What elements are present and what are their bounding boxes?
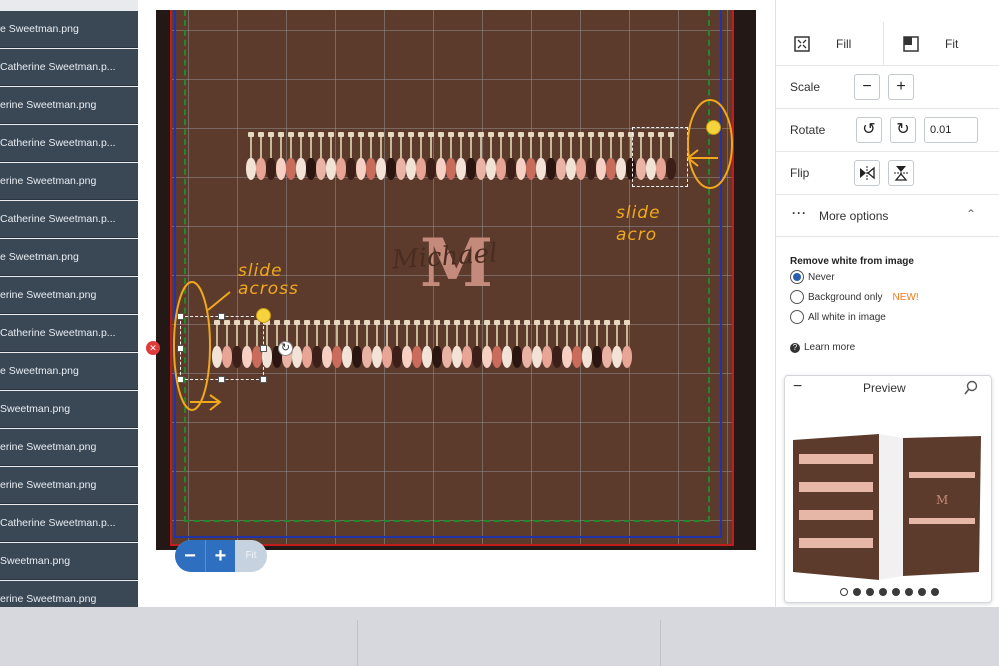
file-list-item[interactable]: e Sweetman.png: [0, 239, 138, 276]
more-options-row[interactable]: ··· More options ⌃: [776, 195, 999, 237]
pagination-dot[interactable]: [878, 588, 887, 596]
file-list-item[interactable]: Sweetman.png: [0, 391, 138, 428]
radio-never[interactable]: Never: [790, 270, 835, 284]
pagination-dot[interactable]: [852, 588, 861, 596]
file-list-item[interactable]: e Sweetman.png: [0, 353, 138, 390]
flip-row: Flip: [776, 152, 999, 195]
file-list-item[interactable]: erine Sweetman.png: [0, 87, 138, 124]
file-list: e Sweetman.png Catherine Sweetman.p... eri…: [0, 0, 138, 607]
design-board: M Michael ↻ slide acro slide across ✕: [146, 10, 756, 550]
scale-row: Scale − +: [776, 66, 999, 109]
bottom-bar: [0, 607, 999, 666]
scale-down-button[interactable]: −: [854, 74, 880, 100]
divider: [357, 620, 358, 666]
file-list-item[interactable]: Catherine Sweetman.p...: [0, 201, 138, 238]
preview-pagination: [785, 588, 993, 596]
file-list-item[interactable]: erine Sweetman.png: [0, 163, 138, 200]
radio-all-white[interactable]: All white in image: [790, 310, 886, 324]
remove-white-title: Remove white from image: [790, 256, 914, 267]
radio-icon: [790, 270, 804, 284]
flip-horizontal-icon[interactable]: [854, 160, 880, 186]
scale-up-button[interactable]: +: [888, 74, 914, 100]
radio-icon: [790, 310, 804, 324]
fill-fit-row: Fill Fit: [776, 22, 999, 66]
annotation-text-bottom: slide across: [238, 261, 299, 299]
properties-panel: Fill Fit Scale − + Rotate ↺ ↻ 0.01 Flip: [775, 0, 999, 607]
flip-vertical-icon[interactable]: [888, 160, 914, 186]
file-list-item[interactable]: Catherine Sweetman.p...: [0, 125, 138, 162]
pagination-dot[interactable]: [865, 588, 874, 596]
file-list-item[interactable]: erine Sweetman.png: [0, 581, 138, 607]
zoom-control: − + Fit: [175, 540, 267, 572]
radio-icon: [790, 290, 804, 304]
help-icon: ?: [790, 342, 800, 353]
preview-title: Preview: [863, 381, 906, 395]
annotation-text-top: slide acro: [616, 203, 661, 245]
fill-icon: [794, 36, 810, 52]
fit-icon: [903, 36, 919, 52]
file-list-item[interactable]: Catherine Sweetman.p...: [0, 315, 138, 352]
fill-button[interactable]: Fill: [776, 22, 884, 65]
new-badge: NEW!: [892, 291, 919, 303]
design-canvas[interactable]: M Michael ↻ slide acro slide across: [170, 10, 734, 546]
file-list-item[interactable]: erine Sweetman.png: [0, 277, 138, 314]
rotate-row: Rotate ↺ ↻ 0.01: [776, 109, 999, 152]
file-list-item[interactable]: e Sweetman.png: [0, 11, 138, 48]
pagination-dot[interactable]: [839, 588, 848, 596]
delete-icon[interactable]: ✕: [146, 341, 160, 355]
file-list-item[interactable]: Catherine Sweetman.p...: [0, 49, 138, 86]
file-list-item[interactable]: Sweetman.png: [0, 543, 138, 580]
more-icon: ···: [792, 206, 807, 220]
pagination-dot[interactable]: [917, 588, 926, 596]
file-list-item[interactable]: erine Sweetman.png: [0, 467, 138, 504]
pagination-dot[interactable]: [891, 588, 900, 596]
file-list-item[interactable]: erine Sweetman.png: [0, 429, 138, 466]
chevron-up-icon: ⌃: [966, 207, 977, 221]
zoom-in-button[interactable]: +: [205, 540, 235, 572]
rotate-right-icon[interactable]: ↻: [890, 117, 916, 143]
fit-button[interactable]: Fit: [885, 22, 999, 65]
app-window: e Sweetman.png Catherine Sweetman.p... eri…: [0, 0, 999, 607]
rotate-angle-input[interactable]: 0.01: [924, 117, 978, 143]
preview-monogram: M: [936, 493, 948, 507]
preview-image[interactable]: M: [791, 432, 987, 582]
zoom-fit-button[interactable]: Fit: [235, 540, 267, 572]
file-list-item[interactable]: Catherine Sweetman.p...: [0, 505, 138, 542]
search-icon[interactable]: [963, 380, 979, 396]
radio-background-only[interactable]: Background only NEW!: [790, 290, 919, 304]
pagination-dot[interactable]: [930, 588, 939, 596]
pagination-dot[interactable]: [904, 588, 913, 596]
zoom-out-button[interactable]: −: [175, 540, 205, 572]
canvas-area: M Michael ↻ slide acro slide across ✕ − …: [138, 0, 775, 607]
rotate-left-icon[interactable]: ↺: [856, 117, 882, 143]
preview-card: − Preview M: [784, 375, 992, 603]
preview-collapse-button[interactable]: −: [793, 378, 802, 396]
divider: [660, 620, 661, 666]
learn-more-link[interactable]: ? Learn more: [790, 342, 855, 353]
